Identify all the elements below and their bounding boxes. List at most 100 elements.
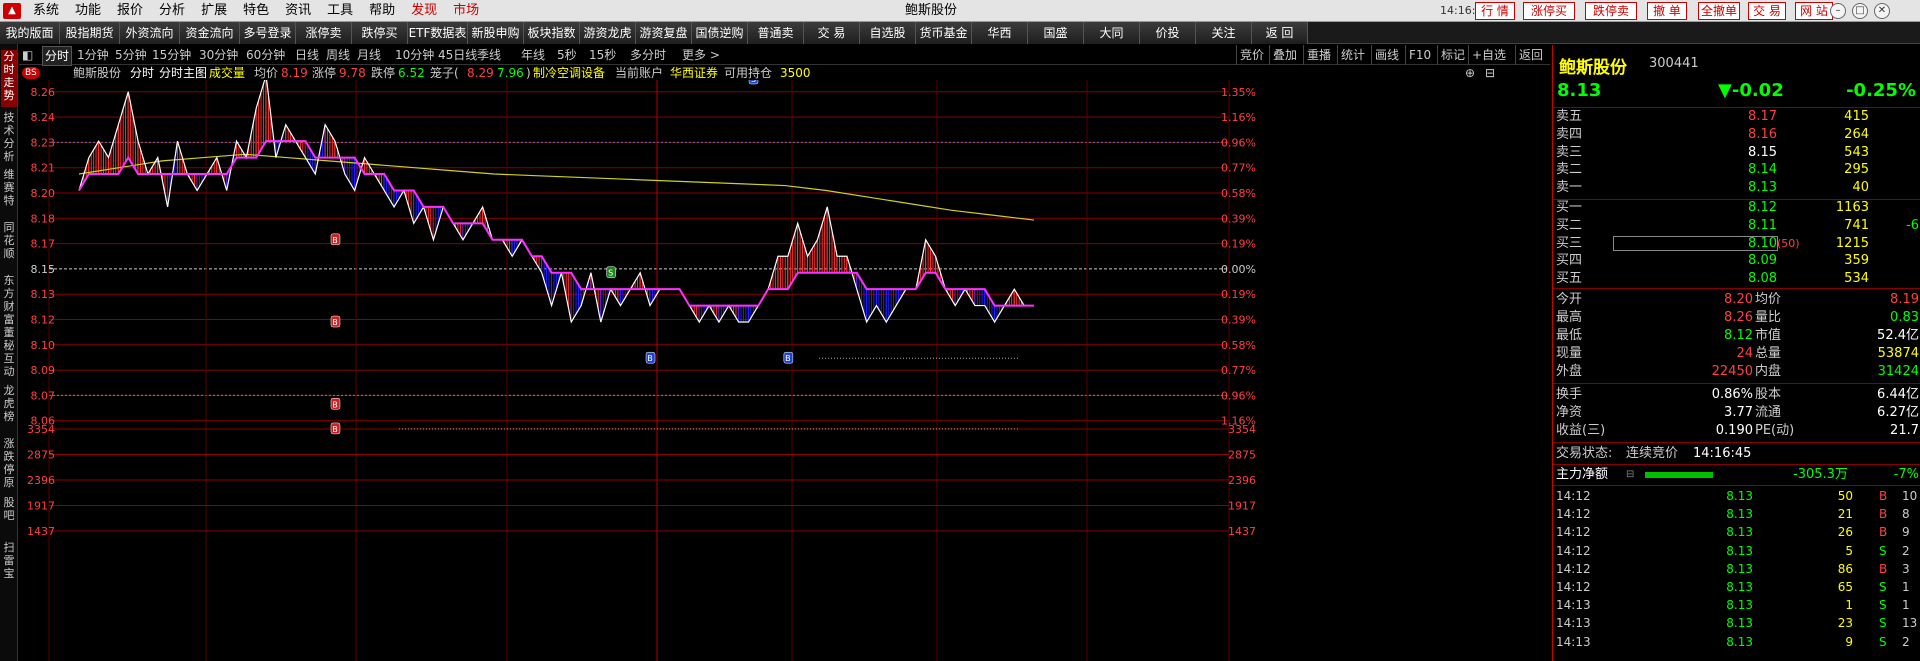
chart-tool-8[interactable]: 返回 <box>1515 45 1543 65</box>
quick-button-5[interactable]: 交 易 <box>1748 2 1786 20</box>
chart-tool-5[interactable]: F10 <box>1405 45 1431 65</box>
chart-tool-6[interactable]: 标记 <box>1437 45 1465 65</box>
sector-label[interactable]: 制冷空调设备 <box>533 66 605 80</box>
period-tab-2[interactable]: 5分钟 <box>115 45 147 65</box>
side-tab-8[interactable]: 股吧 <box>1 496 17 537</box>
side-tab-5[interactable]: 董秘互动 <box>1 326 17 380</box>
period-tab-13[interactable]: 5秒 <box>557 45 577 65</box>
orderbook-row[interactable]: 卖五 8.17 415 <box>1553 108 1920 125</box>
side-tab-4[interactable]: 东方财富 <box>1 274 17 326</box>
toolbar-button-14[interactable]: 交 易 <box>804 22 860 44</box>
broker-name[interactable]: 华西证券 <box>670 66 718 80</box>
menu-item-6[interactable]: 资讯 <box>277 0 319 22</box>
period-tab-16[interactable]: 更多 > <box>682 45 720 65</box>
period-tab-4[interactable]: 30分钟 <box>199 45 238 65</box>
orderbook-row[interactable]: 卖三 8.15 543 <box>1553 144 1920 161</box>
period-tab-12[interactable]: 年线 <box>521 45 545 65</box>
chart-tool-2[interactable]: 重播 <box>1303 45 1331 65</box>
orderbook-row[interactable]: 买四 8.09 359 <box>1553 252 1920 269</box>
orderbook-row[interactable]: 卖四 8.16 264 <box>1553 126 1920 143</box>
volume-label[interactable]: 成交量 <box>209 66 245 80</box>
period-tab-10[interactable]: 45日线 <box>438 45 477 65</box>
trade-marker-B[interactable]: B <box>330 422 341 435</box>
flow-info-icon[interactable]: ⊟ <box>1626 466 1634 484</box>
chart-tool-3[interactable]: 统计 <box>1337 45 1365 65</box>
chart-tool-7[interactable]: +自选 <box>1468 45 1506 65</box>
quick-button-2[interactable]: 跌停卖 <box>1585 2 1637 20</box>
menu-item-9[interactable]: 发现 <box>403 0 445 22</box>
quick-button-0[interactable]: 行 情 <box>1475 2 1515 20</box>
toolbar-button-10[interactable]: 游资龙虎 <box>580 22 636 44</box>
toolbar-button-4[interactable]: 多号登录 <box>240 22 296 44</box>
menu-item-1[interactable]: 功能 <box>67 0 109 22</box>
mode-label[interactable]: 分时 <box>130 66 154 80</box>
toolbar-button-2[interactable]: 外资流向 <box>120 22 180 44</box>
toolbar-button-5[interactable]: 涨停卖 <box>296 22 352 44</box>
side-tab-1[interactable]: 技术分析 <box>1 111 17 164</box>
side-tab-7[interactable]: 涨跌停原 <box>1 437 17 492</box>
quick-button-1[interactable]: 涨停买 <box>1523 2 1575 20</box>
intraday-chart[interactable]: 8.26 8.24 8.23 8.21 8.20 8.18 8.17 8.15 8.13 8.12… <box>19 80 1549 661</box>
orderbook-row[interactable]: 卖一 8.13 40 <box>1553 179 1920 196</box>
close-icon[interactable]: ✕ <box>1874 3 1890 19</box>
collapse-icon[interactable]: ⊟ <box>1485 66 1495 80</box>
menu-item-7[interactable]: 工具 <box>319 0 361 22</box>
side-tab-0[interactable]: 分时走势 <box>1 50 17 107</box>
quick-button-6[interactable]: 网 站 <box>1795 2 1833 20</box>
toolbar-button-11[interactable]: 游资复盘 <box>636 22 692 44</box>
toolbar-button-16[interactable]: 货币基金 <box>916 22 972 44</box>
maximize-icon[interactable]: □ <box>1852 3 1868 19</box>
minimize-icon[interactable]: – <box>1830 3 1846 19</box>
chart-tool-4[interactable]: 画线 <box>1371 45 1399 65</box>
orderbook-row[interactable]: 买三 8.10 (50) 1215 <box>1553 235 1920 252</box>
menu-item-5[interactable]: 特色 <box>235 0 277 22</box>
toolbar-button-0[interactable]: 我的版面 <box>0 22 60 44</box>
period-tab-9[interactable]: 10分钟 <box>395 45 434 65</box>
orderbook-row[interactable]: 卖二 8.14 295 <box>1553 161 1920 178</box>
toolbar-button-13[interactable]: 普通卖 <box>748 22 804 44</box>
toolbar-button-7[interactable]: ETF数据表 <box>408 22 468 44</box>
trade-marker-B[interactable]: B <box>330 233 341 246</box>
period-tab-7[interactable]: 周线 <box>326 45 350 65</box>
toolbar-button-6[interactable]: 跌停买 <box>352 22 408 44</box>
trade-marker-S[interactable]: S <box>606 266 616 278</box>
menu-item-0[interactable]: 系统 <box>25 0 67 22</box>
period-tab-1[interactable]: 1分钟 <box>77 45 109 65</box>
quick-button-4[interactable]: 全撤单 <box>1698 2 1740 20</box>
side-tab-2[interactable]: 维赛特 <box>1 168 17 217</box>
trade-marker-B[interactable]: B <box>645 351 656 364</box>
period-tab-11[interactable]: 季线 <box>477 45 501 65</box>
toolbar-button-15[interactable]: 自选股 <box>860 22 916 44</box>
toolbar-button-8[interactable]: 新股申购 <box>468 22 524 44</box>
chart-tool-0[interactable]: 竞价 <box>1236 45 1264 65</box>
trade-marker-B[interactable]: B <box>330 398 341 410</box>
toolbar-button-22[interactable]: 返 回 <box>1252 22 1308 44</box>
toolbar-button-17[interactable]: 华西 <box>972 22 1028 44</box>
toolbar-button-21[interactable]: 关注 <box>1196 22 1252 44</box>
panel-toggle-icon[interactable]: ◧ <box>22 45 33 65</box>
toolbar-button-1[interactable]: 股指期货 <box>60 22 120 44</box>
toolbar-button-20[interactable]: 价投 <box>1140 22 1196 44</box>
bs-badge-icon[interactable]: BS <box>22 67 40 79</box>
toolbar-button-9[interactable]: 板块指数 <box>524 22 580 44</box>
toolbar-button-3[interactable]: 资金流向 <box>180 22 240 44</box>
side-tab-6[interactable]: 龙虎榜 <box>1 384 17 433</box>
side-tab-9[interactable]: 扫雷宝 <box>1 541 17 591</box>
main-chart-label[interactable]: 分时主图 <box>159 66 207 80</box>
menu-item-2[interactable]: 报价 <box>109 0 151 22</box>
orderbook-row[interactable]: 买一 8.12 1163 <box>1553 199 1920 216</box>
toolbar-button-12[interactable]: 国债逆购 <box>692 22 748 44</box>
period-tab-8[interactable]: 月线 <box>357 45 381 65</box>
period-tab-6[interactable]: 日线 <box>295 45 319 65</box>
trade-marker-B[interactable]: B <box>330 315 341 328</box>
period-tab-15[interactable]: 多分时 <box>630 45 666 65</box>
trade-marker-B[interactable]: B <box>783 351 794 364</box>
toolbar-button-19[interactable]: 大同 <box>1084 22 1140 44</box>
period-tab-5[interactable]: 60分钟 <box>246 45 285 65</box>
orderbook-row[interactable]: 买二 8.11 741 -6 <box>1553 217 1920 234</box>
period-tab-14[interactable]: 15秒 <box>589 45 616 65</box>
chart-tool-1[interactable]: 叠加 <box>1269 45 1297 65</box>
orderbook-row[interactable]: 买五 8.08 534 <box>1553 270 1920 287</box>
zoom-in-icon[interactable]: ⊕ <box>1465 66 1475 80</box>
period-tab-0[interactable]: 分时 <box>42 46 73 66</box>
